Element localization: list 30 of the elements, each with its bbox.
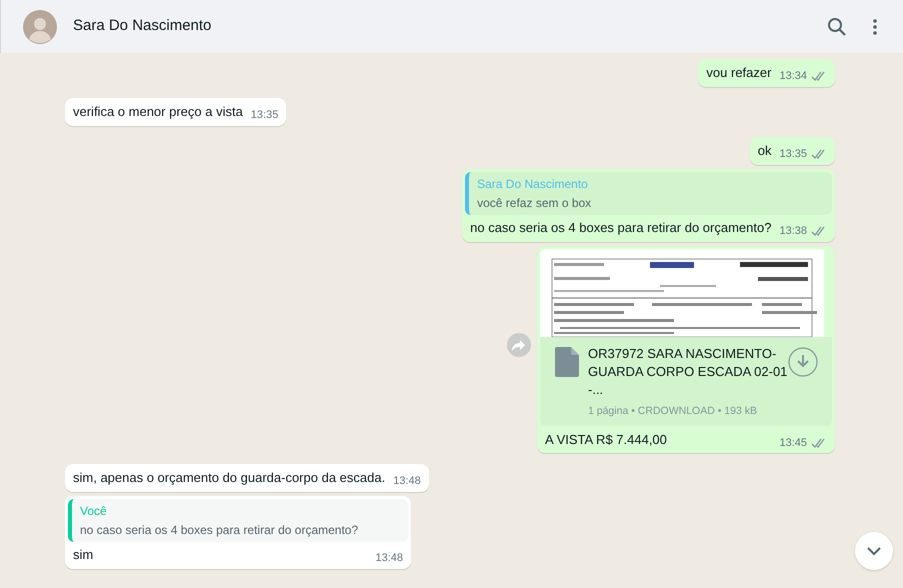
message-text: sim (73, 546, 94, 564)
scroll-down-button[interactable] (855, 532, 893, 570)
quote-text: no caso seria os 4 boxes para retirar do orçamento? (80, 522, 360, 538)
message-text: ok (758, 142, 772, 160)
menu-icon[interactable] (873, 18, 877, 34)
file-icon (555, 347, 579, 377)
quoted-message[interactable]: Sara Do Nascimento você refaz sem o box (465, 172, 832, 215)
message-text: no caso seria os 4 boxes para retirar do orçamento? (470, 219, 772, 237)
message-time: 13:48 (393, 474, 421, 489)
message-time: 13:45 (779, 436, 807, 451)
message-text: vou refazer (706, 64, 772, 82)
message-time: 13:35 (250, 108, 278, 123)
document-attachment[interactable]: OR37972 SARA NASCIMENTO- GUARDA CORPO ESCADA 02-01-... 1 página • CRDOWNLOAD • 193 kB (540, 337, 832, 426)
message-time: 13:48 (375, 551, 403, 566)
quoted-message[interactable]: Você no caso seria os 4 boxes para retirar do orçamento? (68, 499, 408, 542)
quote-text: você refaz sem o box (477, 195, 592, 211)
download-icon[interactable] (788, 347, 818, 377)
chevron-down-icon (867, 547, 881, 555)
message-time: 13:38 (779, 224, 807, 239)
quote-author: Você (80, 503, 108, 519)
message-text: verifica o menor preço a vista (73, 103, 243, 121)
message-time: 13:34 (779, 69, 807, 84)
message-time: 13:35 (779, 147, 807, 162)
message-text: sim, apenas o orçamento do guarda-corpo da escada. (73, 469, 386, 487)
file-name: OR37972 SARA NASCIMENTO- GUARDA CORPO ESCADA 02-01-... (588, 345, 788, 399)
quote-author: Sara Do Nascimento (477, 176, 589, 192)
file-meta: 1 página • CRDOWNLOAD • 193 kB (588, 404, 758, 419)
search-icon[interactable] (827, 16, 847, 36)
contact-name[interactable]: Sara Do Nascimento (73, 15, 212, 38)
message-text: A VISTA R$ 7.444,00 (545, 431, 667, 449)
